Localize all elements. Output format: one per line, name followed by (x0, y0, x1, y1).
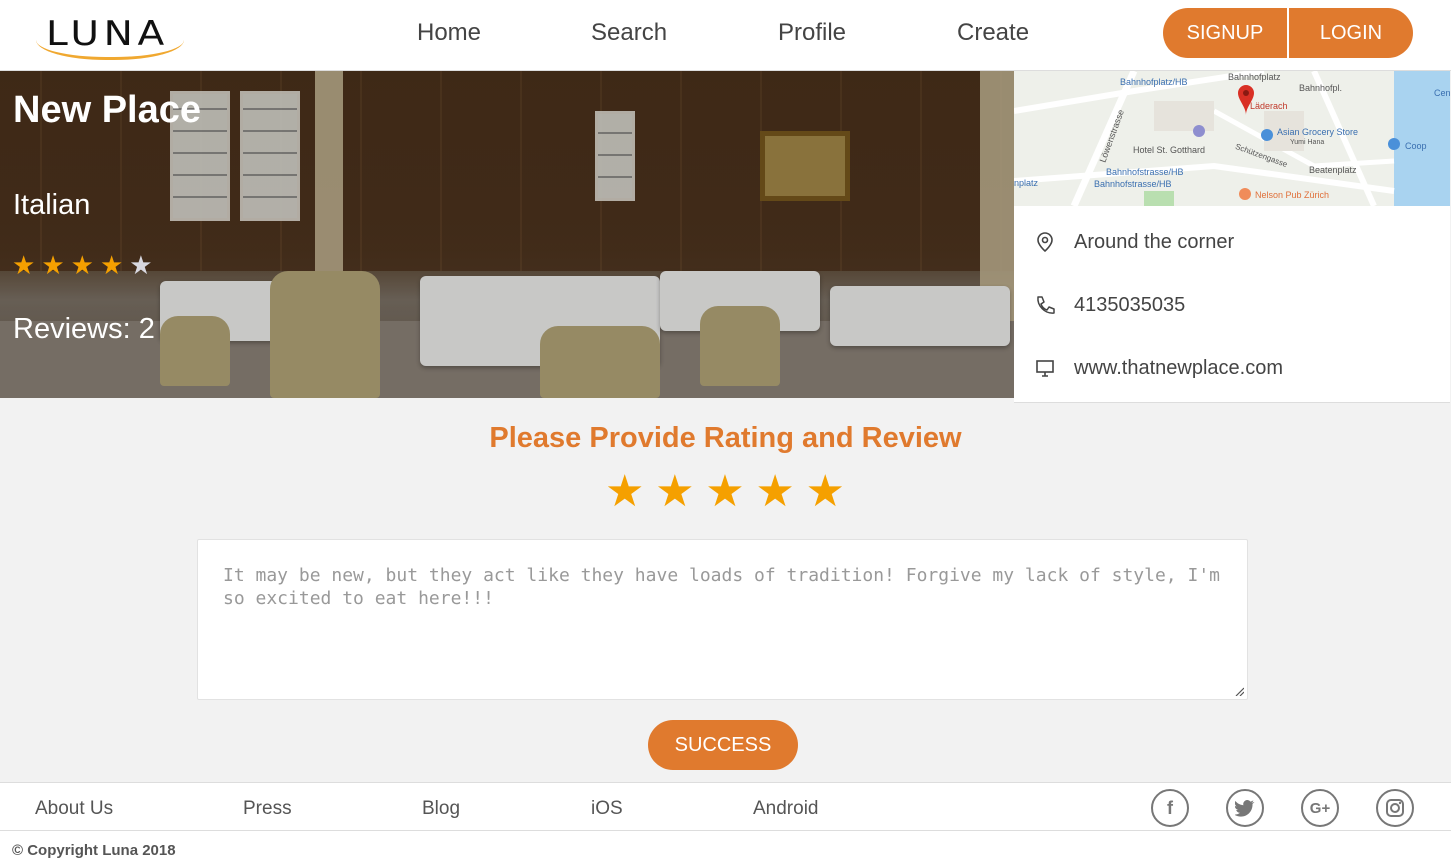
twitter-icon[interactable] (1226, 789, 1264, 827)
restaurant-cuisine: Italian (13, 189, 91, 221)
map-label: Bahnhofpl. (1299, 83, 1343, 93)
review-heading: Please Provide Rating and Review (489, 422, 962, 454)
restaurant-info-panel: Bahnhofplatz/HB Bahnhofplatz Bahnhofpl. … (1014, 71, 1450, 403)
map-graphic (1014, 71, 1450, 206)
map-label: Beatenplatz (1309, 165, 1357, 175)
copyright-text: © Copyright Luna 2018 (12, 842, 176, 859)
location-pin-icon (1034, 231, 1056, 253)
website-link[interactable]: www.thatnewplace.com (1074, 357, 1283, 380)
auth-button-group: SIGNUP LOGIN (1163, 8, 1413, 58)
resize-handle-icon[interactable] (1234, 686, 1244, 696)
submit-review-button[interactable]: SUCCESS (648, 720, 798, 770)
star-icon[interactable]: ★ (806, 470, 845, 514)
phone-row: 4135035035 (1034, 290, 1185, 320)
star-icon[interactable]: ★ (605, 470, 644, 514)
map-label: Bahnhofstrasse/HB (1106, 167, 1184, 177)
website-row: www.thatnewplace.com (1034, 353, 1283, 383)
logo-text: LUNA (46, 14, 169, 54)
signup-button[interactable]: SIGNUP (1163, 8, 1289, 58)
footer-link-blog[interactable]: Blog (422, 798, 460, 820)
login-button[interactable]: LOGIN (1289, 8, 1413, 58)
star-icon[interactable]: ★ (755, 470, 794, 514)
location-map[interactable]: Bahnhofplatz/HB Bahnhofplatz Bahnhofpl. … (1014, 71, 1450, 206)
facebook-icon[interactable]: f (1151, 789, 1189, 827)
footer-link-press[interactable]: Press (243, 798, 292, 820)
map-label: Coop (1405, 141, 1427, 151)
map-label: Läderach (1250, 101, 1288, 111)
footer-link-android[interactable]: Android (753, 798, 819, 820)
footer-link-about[interactable]: About Us (35, 798, 113, 820)
restaurant-hero-image: New Place Italian ★★★★★ Reviews: 2 (0, 71, 1014, 398)
address-row: Around the corner (1034, 227, 1234, 257)
nav-profile[interactable]: Profile (778, 19, 846, 47)
rating-star-icon: ★ (99, 250, 130, 280)
rating-star-icon: ★ (70, 250, 100, 280)
restaurant-rating-stars: ★★★★★ (12, 250, 159, 281)
map-label: Bahnhofplatz (1228, 72, 1281, 82)
monitor-icon (1034, 357, 1056, 379)
map-label: Bahnhofplatz/HB (1120, 77, 1188, 87)
footer-bar: About Us Press Blog iOS Android f G+ (0, 782, 1451, 831)
phone-icon (1034, 294, 1056, 316)
nav-create[interactable]: Create (957, 19, 1029, 47)
restaurant-name: New Place (13, 89, 201, 131)
top-header: LUNA Home Search Profile Create SIGNUP L… (0, 0, 1451, 71)
nav-search[interactable]: Search (591, 19, 667, 47)
star-icon[interactable]: ★ (705, 470, 744, 514)
map-label: Asian Grocery Store (1277, 127, 1359, 137)
review-count: Reviews: 2 (13, 313, 155, 345)
map-label: Yumi Hana (1290, 139, 1325, 146)
rating-star-icon: ★ (129, 250, 159, 280)
instagram-icon[interactable] (1376, 789, 1414, 827)
rating-star-icon: ★ (41, 250, 71, 280)
footer-link-ios[interactable]: iOS (591, 798, 623, 820)
map-label: Bahnhofstrasse/HB (1094, 179, 1172, 189)
luna-logo[interactable]: LUNA (36, 10, 184, 60)
map-label: Cen (1434, 88, 1450, 98)
review-textarea[interactable]: It may be new, but they act like they ha… (197, 539, 1248, 700)
star-icon[interactable]: ★ (655, 470, 694, 514)
nav-home[interactable]: Home (417, 19, 481, 47)
rating-star-icon: ★ (12, 250, 42, 280)
map-label: Nelson Pub Zürich (1255, 190, 1330, 200)
map-label: Hotel St. Gotthard (1133, 145, 1206, 155)
map-label: nplatz (1014, 178, 1039, 188)
copyright-bar (0, 831, 1451, 865)
address-text: Around the corner (1074, 230, 1235, 253)
google-plus-icon[interactable]: G+ (1301, 789, 1339, 827)
review-star-rating: ★ ★ ★ ★ ★ (605, 470, 845, 514)
phone-text[interactable]: 4135035035 (1074, 294, 1185, 317)
